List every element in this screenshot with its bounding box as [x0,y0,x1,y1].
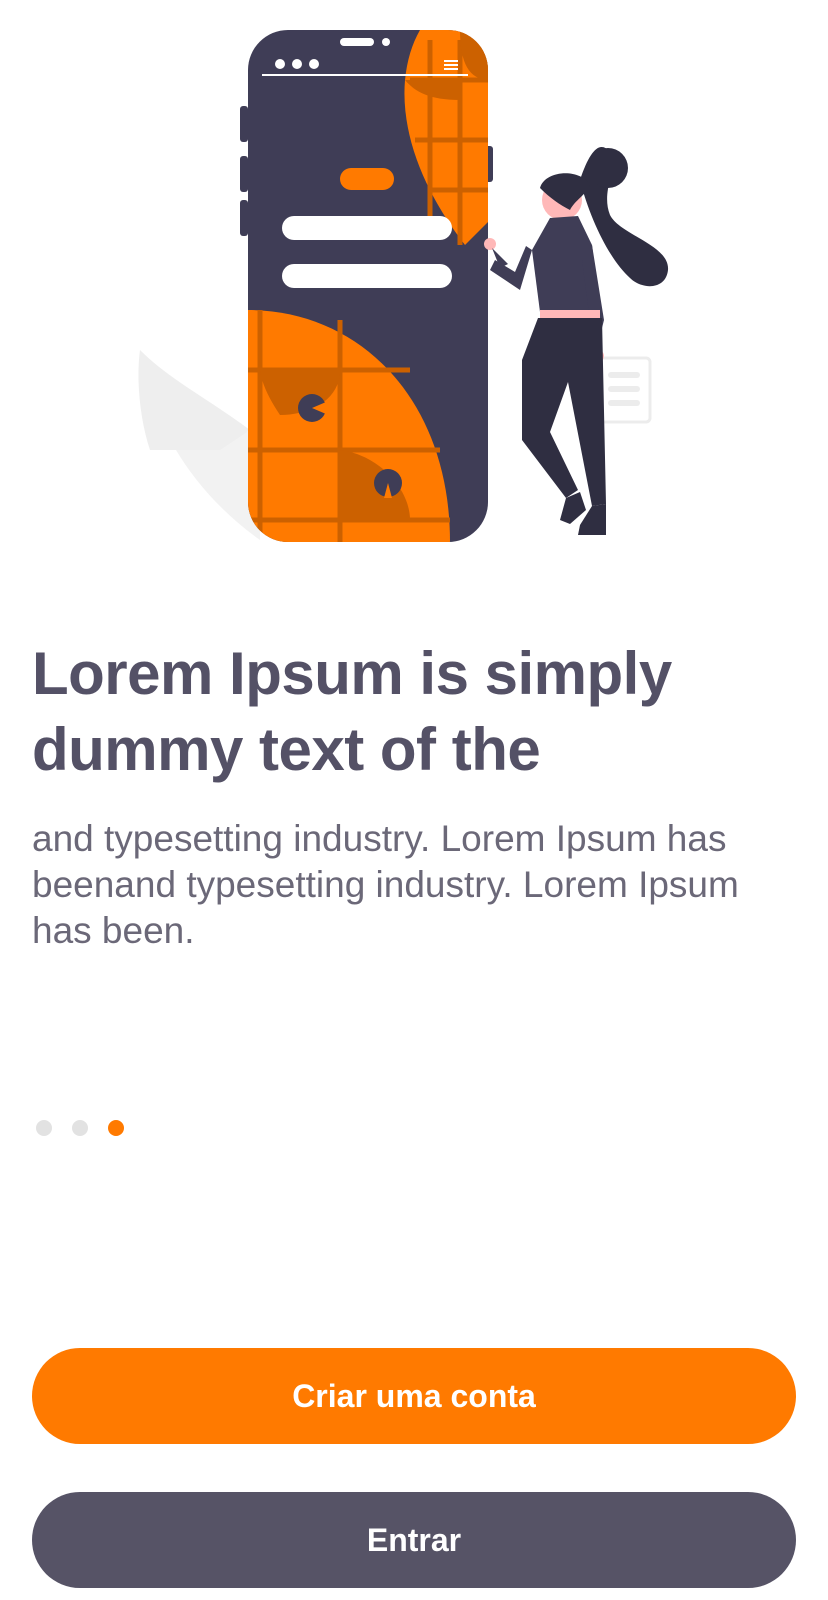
create-account-button[interactable]: Criar uma conta [32,1348,796,1444]
onboarding-headline: Lorem Ipsum is simply dummy text of the [32,640,672,783]
onboarding-description: and typesetting industry. Lorem Ipsum ha… [32,818,739,951]
page-indicator [36,1120,124,1136]
onboarding-screen: Lorem Ipsum is simply dummy text of the … [0,0,828,1600]
woman-with-phone-illustration [138,30,669,542]
login-button[interactable]: Entrar [32,1492,796,1588]
page-dot-1[interactable] [36,1120,52,1136]
page-dot-3-active[interactable] [108,1120,124,1136]
page-dot-2[interactable] [72,1120,88,1136]
